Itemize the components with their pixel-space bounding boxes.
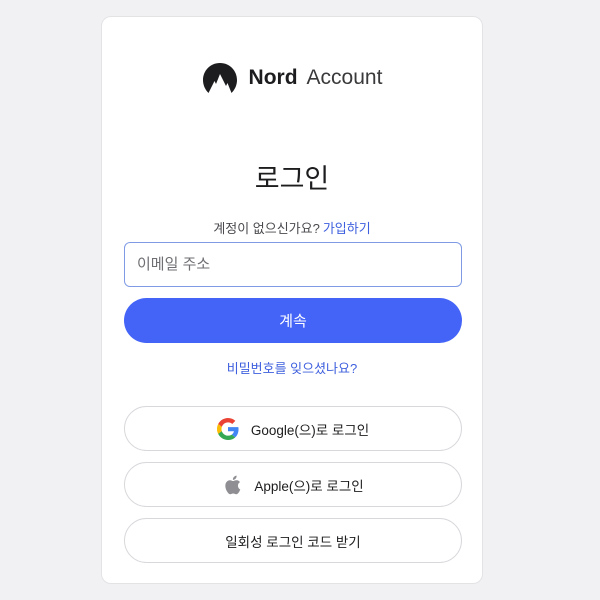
continue-button[interactable]: 계속: [124, 298, 462, 343]
login-card: Nord Account 로그인 계정이 없으신가요?가입하기 계속 비밀번호를…: [101, 16, 483, 584]
google-login-label: Google(으)로 로그인: [250, 422, 370, 438]
one-time-code-button[interactable]: 일회성 로그인 코드 받기: [124, 518, 462, 563]
forgot-password-link[interactable]: 비밀번호를 잊으셨나요?: [102, 358, 482, 377]
no-account-text: 계정이 없으신가요?: [213, 221, 320, 236]
google-login-button[interactable]: Google(으)로 로그인: [124, 406, 462, 451]
nord-mountain-icon: [202, 62, 238, 94]
page-title: 로그인: [254, 164, 330, 194]
signup-link[interactable]: 가입하기: [323, 221, 371, 236]
google-icon: [216, 417, 239, 440]
apple-login-label: Apple(으)로 로그인: [254, 478, 364, 494]
brand-name-light: Account: [306, 66, 383, 89]
apple-icon: [222, 474, 242, 496]
signup-prompt: 계정이 없으신가요? 가입하기: [102, 218, 482, 237]
apple-login-button[interactable]: Apple(으)로 로그인: [124, 462, 462, 507]
email-field[interactable]: [124, 242, 462, 287]
brand-name-strong: Nord: [248, 66, 298, 89]
nord-account-logo: Nord Account: [102, 61, 482, 95]
one-time-code-label: 일회성 로그인 코드 받기: [225, 534, 361, 550]
